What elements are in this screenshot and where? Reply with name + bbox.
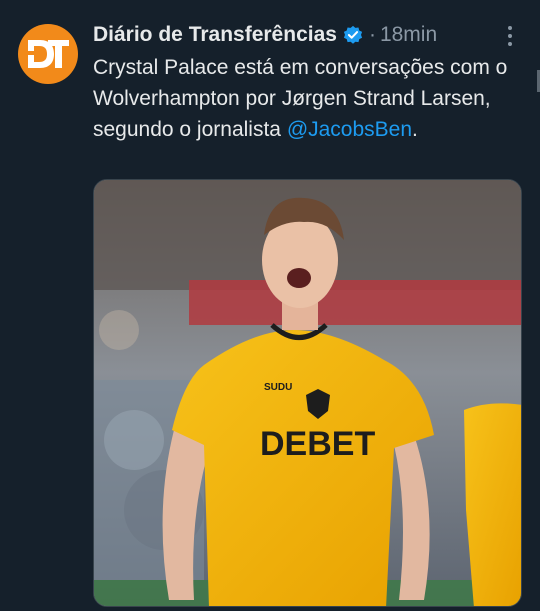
shirt-brand: SUDU <box>264 382 292 393</box>
avatar-logo <box>24 40 69 68</box>
avatar[interactable] <box>18 24 78 84</box>
mention-link[interactable]: @JacobsBen <box>287 118 412 141</box>
timestamp[interactable]: 18min <box>380 23 437 47</box>
more-options-icon[interactable] <box>500 26 520 46</box>
tweet-text: Crystal Palace está em conversações com … <box>93 52 523 145</box>
verified-badge-icon <box>343 25 363 44</box>
tweet-header: Diário de Transferências · 18min <box>93 20 520 50</box>
tweet-media-photo[interactable]: SUDU DEBET <box>93 179 522 607</box>
separator-dot: · <box>368 23 376 46</box>
shirt-sponsor: DEBET <box>260 425 375 463</box>
tweet-end-punctuation: . <box>412 118 418 141</box>
player-photo: SUDU DEBET <box>94 180 521 606</box>
author-name[interactable]: Diário de Transferências <box>93 23 337 47</box>
